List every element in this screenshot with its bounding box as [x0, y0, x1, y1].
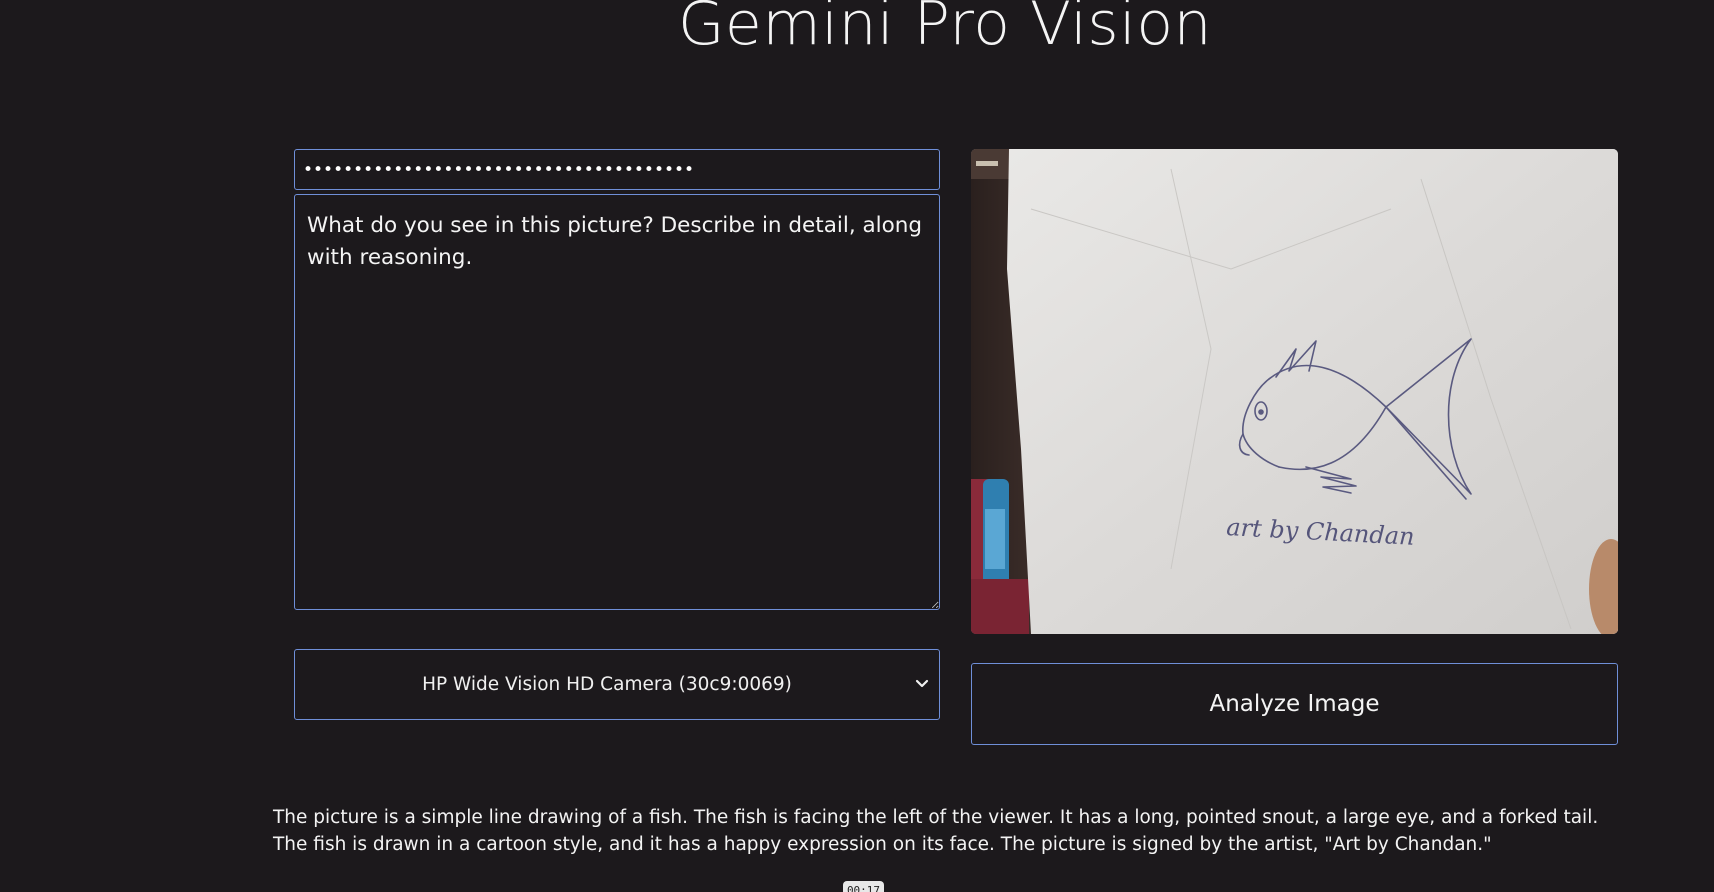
api-key-input[interactable] — [294, 149, 940, 190]
camera-select[interactable]: HP Wide Vision HD Camera (30c9:0069) — [294, 649, 940, 720]
camera-select-value: HP Wide Vision HD Camera (30c9:0069) — [422, 674, 792, 695]
page-title: Gemini Pro Vision — [677, 0, 1213, 59]
webcam-frame-image: art by Chandan — [971, 149, 1618, 634]
response-text: The picture is a simple line drawing of … — [273, 807, 1599, 855]
webcam-preview: art by Chandan — [971, 149, 1618, 634]
chevron-down-icon — [915, 679, 929, 688]
prompt-textarea[interactable]: What do you see in this picture? Describ… — [294, 194, 940, 610]
app-page: Gemini Pro Vision What do you see in thi… — [0, 0, 1714, 892]
analyze-image-button[interactable]: Analyze Image — [971, 663, 1618, 745]
timer-badge: 00:17 — [843, 881, 884, 892]
